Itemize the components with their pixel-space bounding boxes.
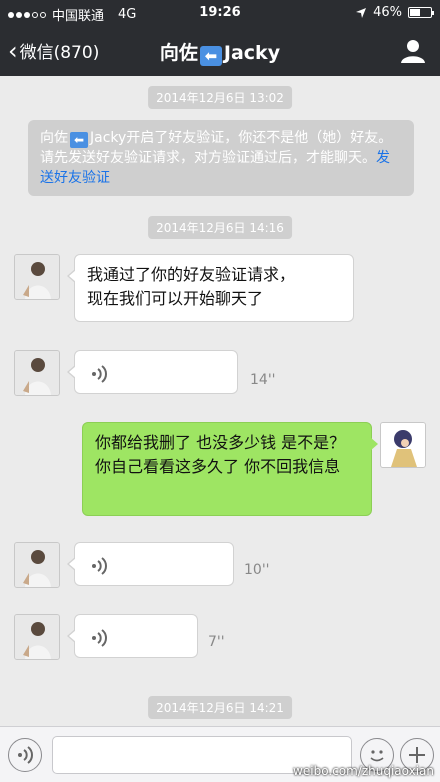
chat-title: 向佐 ⬅ Jacky	[0, 38, 440, 66]
voice-wave-icon	[18, 746, 33, 764]
message-bubble-sent[interactable]: 你都给我删了 也没多少钱 是不是？你自己看看这多久了 你不回我信息	[82, 422, 378, 516]
top-bar: 中国联通 4G 19:26 46% ‹ 微信(870) 向佐 ⬅ Jacky	[0, 0, 440, 76]
contact-avatar[interactable]	[14, 542, 60, 588]
contact-avatar[interactable]	[14, 350, 60, 396]
system-text-b: Jacky开启了好友验证，你还不是他（她）好友。请先发送好友验证请求，对方验证通…	[40, 130, 393, 166]
voice-wave-icon	[92, 629, 107, 647]
voice-message-bubble[interactable]	[67, 614, 198, 658]
input-bar: weibo.com/zhuqiaoxian	[0, 726, 440, 782]
navigation-bar: ‹ 微信(870) 向佐 ⬅ Jacky	[0, 26, 440, 76]
timestamp-label: 2014年12月6日 14:21	[148, 696, 292, 719]
battery-percent: 46%	[373, 5, 402, 20]
voice-duration: 7''	[208, 634, 225, 650]
left-arrow-emoji-icon: ⬅	[199, 46, 222, 66]
timestamp-label: 2014年12月6日 14:16	[148, 216, 292, 239]
battery-icon	[408, 7, 434, 18]
voice-message-bubble[interactable]	[67, 350, 238, 394]
voice-message-bubble[interactable]	[67, 542, 234, 586]
my-avatar[interactable]	[380, 422, 426, 468]
left-arrow-emoji-icon: ⬅	[70, 132, 88, 148]
voice-input-button[interactable]	[8, 738, 42, 772]
message-bubble-received[interactable]: 我通过了你的好友验证请求， 现在我们可以开始聊天了	[67, 254, 354, 322]
system-text-a: 向佐	[40, 130, 68, 146]
system-message: 向佐 ⬅ Jacky开启了好友验证，你还不是他（她）好友。请先发送好友验证请求，对方…	[28, 120, 414, 196]
voice-duration: 14''	[250, 372, 276, 388]
title-suffix: Jacky	[223, 42, 281, 64]
chat-area[interactable]: 2014年12月6日 13:02 向佐 ⬅ Jacky开启了好友验证，你还不是他（她…	[0, 76, 440, 726]
contact-avatar[interactable]	[14, 254, 60, 300]
profile-button[interactable]	[400, 38, 426, 64]
voice-wave-icon	[92, 365, 107, 383]
voice-wave-icon	[92, 557, 107, 575]
status-bar: 中国联通 4G 19:26 46%	[0, 0, 440, 26]
watermark-text: weibo.com/zhuqiaoxian	[293, 764, 434, 778]
location-arrow-icon	[356, 7, 367, 18]
contact-avatar[interactable]	[14, 614, 60, 660]
timestamp-label: 2014年12月6日 13:02	[148, 86, 292, 109]
title-prefix: 向佐	[159, 42, 198, 64]
voice-duration: 10''	[244, 562, 270, 578]
